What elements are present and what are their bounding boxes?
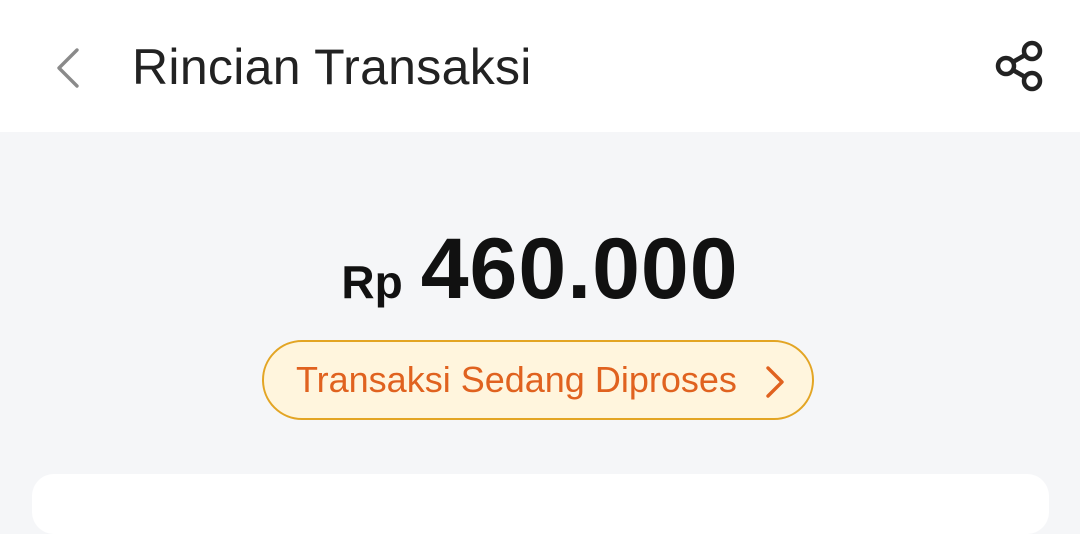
transaction-amount: Rp 460.000 <box>0 220 1080 319</box>
status-label: Transaksi Sedang Diproses <box>296 359 737 400</box>
amount-value: 460.000 <box>420 221 739 317</box>
currency-label: Rp <box>341 256 403 308</box>
share-button[interactable] <box>990 36 1050 96</box>
top-app-bar: Rincian Transaksi <box>0 0 1080 132</box>
page-title: Rincian Transaksi <box>132 39 532 95</box>
transaction-status-button[interactable]: Transaksi Sedang Diproses <box>262 340 814 420</box>
share-icon <box>995 40 1043 92</box>
chevron-left-icon <box>57 48 79 88</box>
chevron-right-icon <box>764 364 786 400</box>
details-card <box>32 474 1049 534</box>
back-button[interactable] <box>40 38 96 98</box>
